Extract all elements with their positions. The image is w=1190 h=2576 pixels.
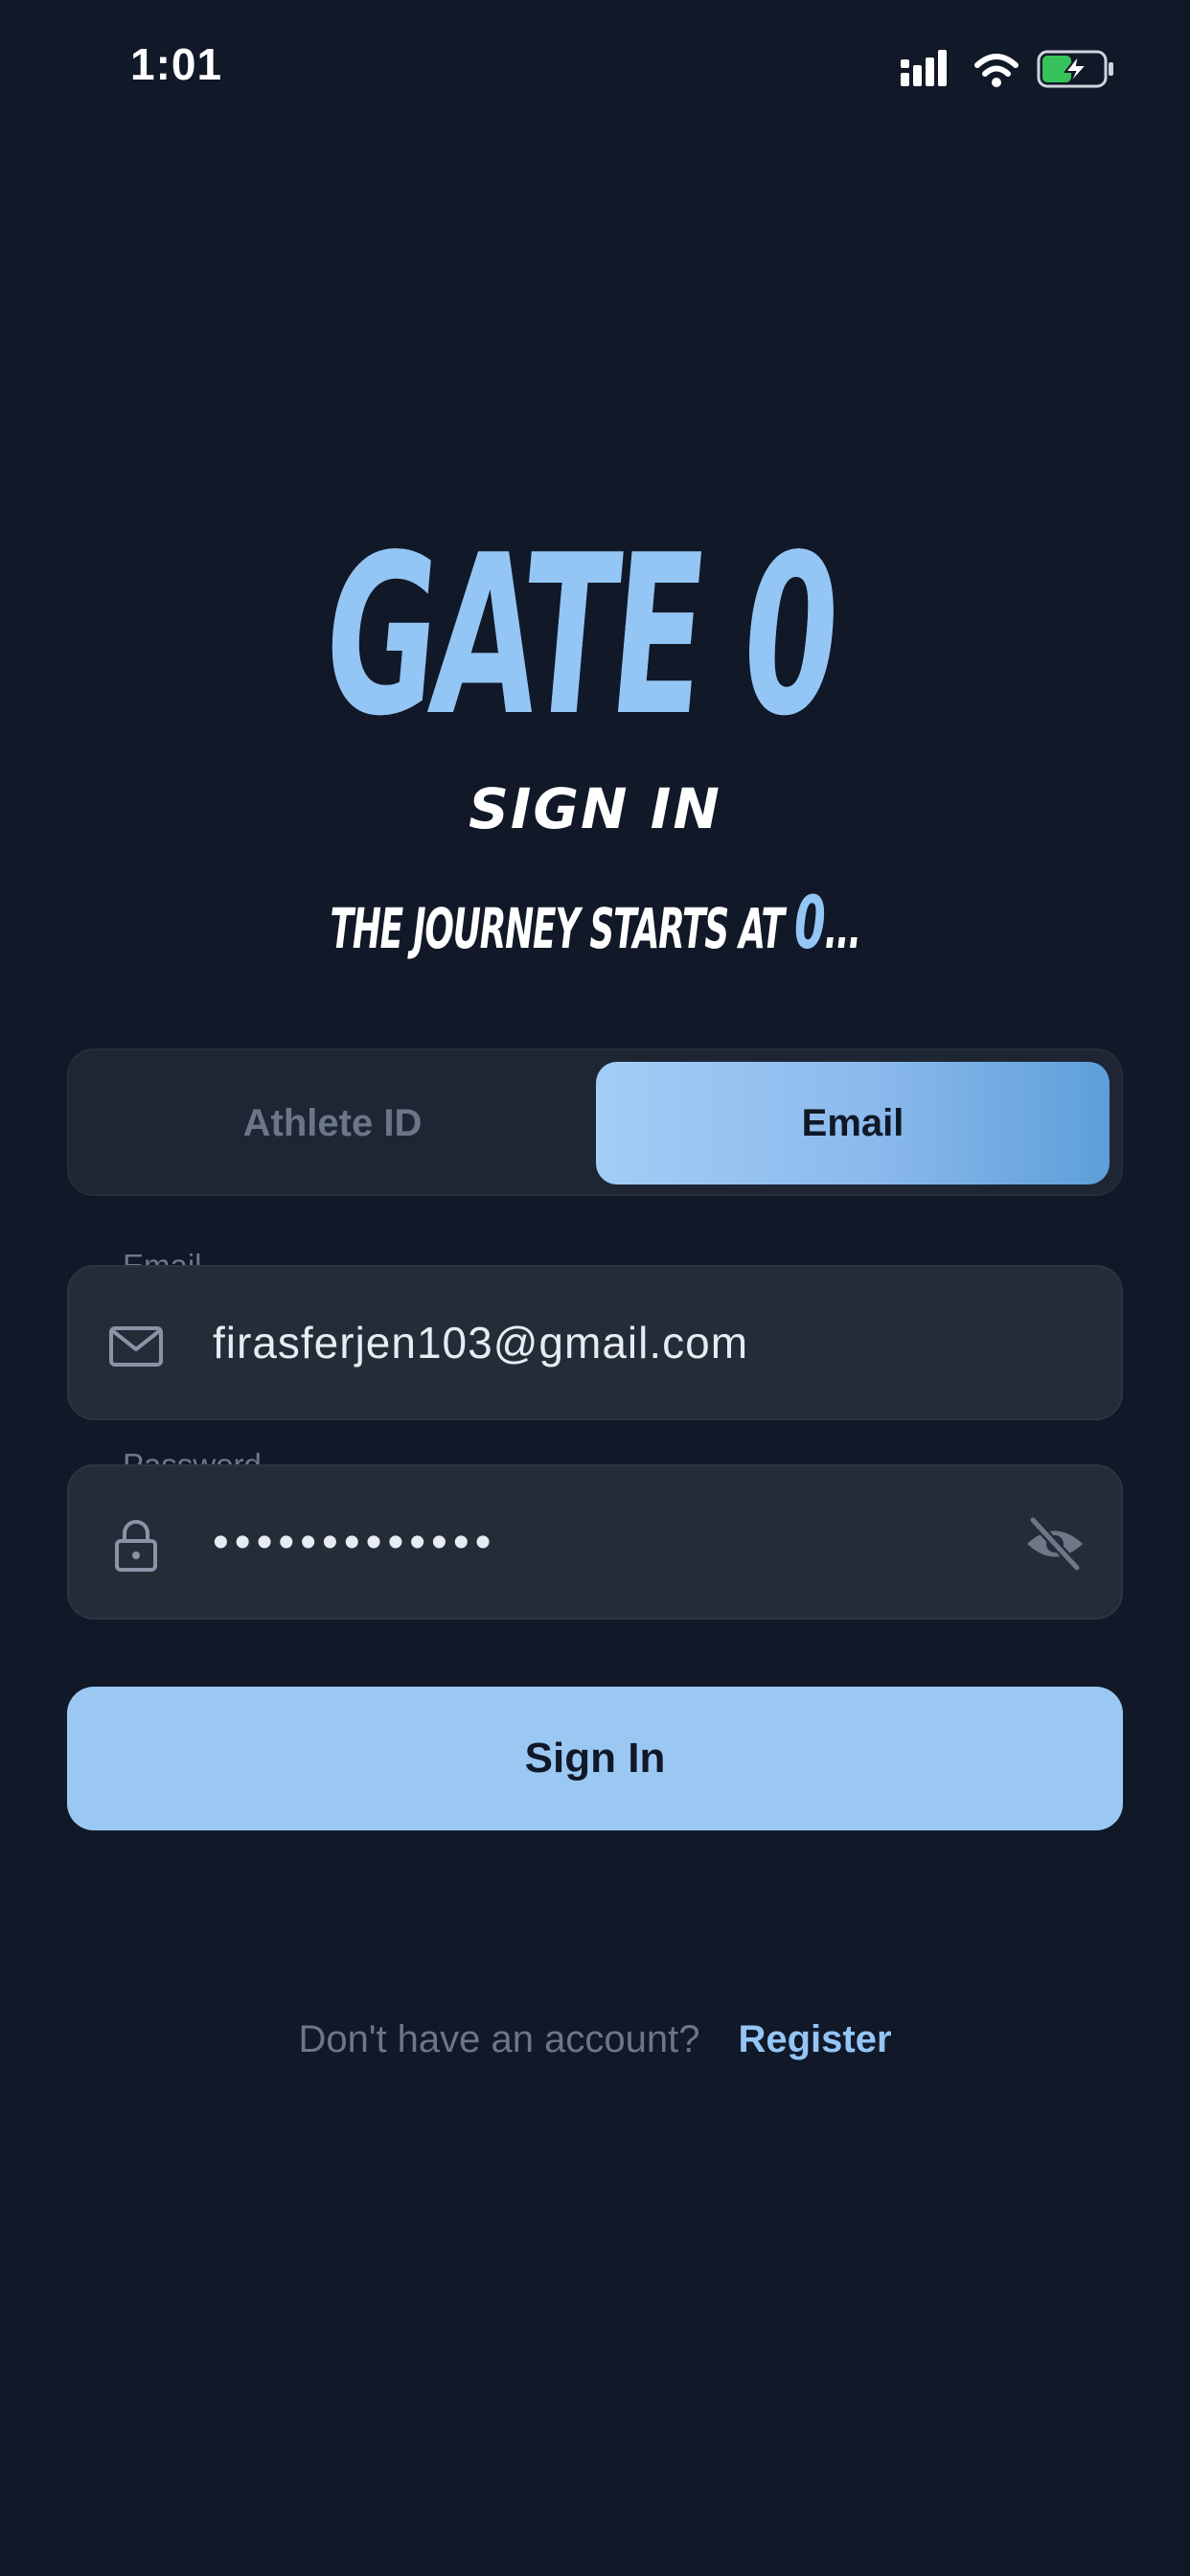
- eye-off-icon[interactable]: [1023, 1512, 1087, 1576]
- logo: GATE 0: [314, 498, 872, 765]
- tagline-accent: 0: [793, 880, 826, 965]
- status-time: 1:01: [130, 39, 223, 89]
- tagline: THE JOURNEY STARTS AT 0...: [0, 880, 1190, 965]
- login-mode-toggle: Athlete ID Email: [67, 1048, 1123, 1196]
- password-field[interactable]: •••••••••••••: [67, 1464, 1123, 1620]
- tab-email[interactable]: Email: [596, 1062, 1110, 1184]
- mail-icon: [109, 1326, 163, 1367]
- tagline-suffix: ...: [824, 896, 861, 961]
- logo-text: GATE 0: [314, 509, 845, 765]
- register-link[interactable]: Register: [738, 2018, 891, 2060]
- email-input[interactable]: firasferjen103@gmail.com: [213, 1267, 748, 1418]
- cellular-signal-icon: [901, 50, 1113, 88]
- register-prompt: Don't have an account? Register: [0, 2018, 1190, 2061]
- status-icons: [897, 46, 1117, 94]
- sign-in-button[interactable]: Sign In: [67, 1687, 1123, 1830]
- tagline-prefix: THE JOURNEY STARTS AT: [330, 896, 794, 961]
- tab-athlete-id[interactable]: Athlete ID: [80, 1062, 584, 1184]
- page-title: SIGN IN: [469, 776, 721, 841]
- lock-icon: [115, 1520, 157, 1572]
- register-prompt-text: Don't have an account?: [298, 2018, 700, 2060]
- password-input[interactable]: •••••••••••••: [213, 1466, 496, 1618]
- email-field[interactable]: firasferjen103@gmail.com: [67, 1265, 1123, 1420]
